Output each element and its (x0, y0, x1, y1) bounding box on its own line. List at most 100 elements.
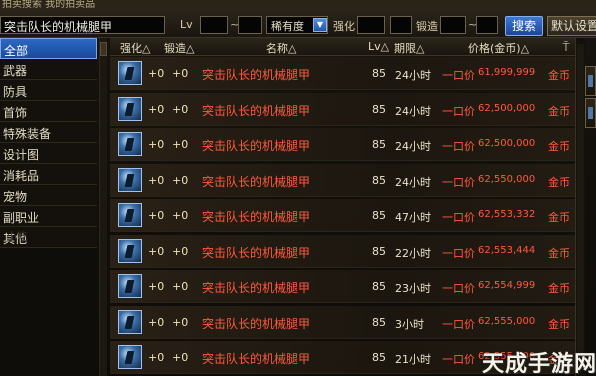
forge-filter-label: 锻造 (416, 20, 438, 33)
item-search-input[interactable]: 突击队长的机械腿甲 (0, 16, 165, 34)
buyout-label: 一口价 (442, 317, 475, 331)
table-row[interactable]: +0 +0 突击队长的机械腿甲 85 47小时 一口价 62,553,332 金币 (110, 199, 575, 232)
forge-value: +0 (172, 280, 189, 293)
level-max-input[interactable] (238, 16, 262, 34)
leg-armor-icon[interactable] (118, 309, 142, 334)
category-item[interactable]: 特殊装备 (0, 122, 97, 143)
listing-table: +0 +0 突击队长的机械腿甲 85 24小时 一口价 61,999,999 金币 +0 +0 突击… (110, 57, 575, 376)
col-price[interactable]: 价格(金币)△ (468, 40, 529, 56)
price-value: 62,553,332 (478, 209, 536, 220)
enhance-value: +0 (148, 209, 165, 222)
enhance-max-input[interactable] (390, 16, 412, 34)
leg-armor-icon[interactable] (118, 345, 142, 369)
sidebar-scrollbar[interactable] (99, 38, 107, 376)
buyout-label: 一口价 (442, 104, 475, 118)
leg-armor-icon[interactable] (118, 274, 142, 298)
enhance-value: +0 (148, 244, 165, 258)
forge-value: +0 (172, 351, 189, 364)
watermark: 天成手游网 (482, 352, 596, 376)
category-item[interactable]: 设计图 (0, 143, 97, 164)
category-sidebar: 全部 武器 防具 首饰 特殊装备 设计图 消耗品 宠物 副职业 其他 (0, 38, 97, 376)
currency-label: 金币 (548, 282, 570, 295)
column-header: 强化△ 锻造△ 名称△ Lv△ 期限△ 价格(金币)△ (110, 38, 575, 56)
currency-label: 金币 (548, 104, 570, 118)
buyout-label: 一口价 (442, 246, 475, 260)
enhance-value: +0 (148, 138, 165, 151)
buyout-label: 一口价 (442, 175, 475, 189)
leg-armor-icon[interactable] (118, 96, 142, 121)
forge-max-input[interactable] (476, 16, 498, 34)
period-value: 23小时 (395, 282, 431, 295)
level-min-input[interactable] (200, 16, 228, 34)
forge-value: +0 (172, 209, 189, 222)
level-value: 85 (372, 351, 386, 364)
item-name: 突击队长的机械腿甲 (202, 281, 311, 295)
leg-armor-icon[interactable] (118, 61, 142, 85)
col-enhance[interactable]: 强化△ (120, 40, 150, 56)
enhance-value: +0 (148, 351, 165, 364)
level-value: 85 (372, 244, 386, 258)
enhance-value: +0 (148, 67, 165, 80)
search-button[interactable]: 搜索 (505, 16, 543, 36)
category-item[interactable]: 消耗品 (0, 164, 97, 185)
category-item[interactable]: 全部 (0, 38, 97, 59)
item-name: 突击队长的机械腿甲 (202, 352, 311, 366)
period-value: 22小时 (395, 246, 431, 260)
side-panel-button[interactable] (585, 98, 596, 128)
enhance-filter-label: 强化 (333, 20, 355, 33)
level-value: 85 (372, 209, 386, 222)
top-tab-label[interactable]: 拍卖搜索 我的拍卖品 (2, 0, 95, 8)
price-value: 62,554,999 (478, 280, 536, 291)
top-tab-strip: 拍卖搜索 我的拍卖品 (0, 0, 596, 8)
item-name: 突击队长的机械腿甲 (202, 210, 311, 224)
side-panel-button[interactable] (585, 66, 596, 96)
level-label: Lv (180, 18, 193, 31)
col-name[interactable]: 名称△ (266, 40, 296, 56)
category-item[interactable]: 防具 (0, 80, 97, 101)
table-row[interactable]: +0 +0 突击队长的机械腿甲 85 22小时 一口价 62,553,444 金币 (110, 234, 575, 268)
col-level[interactable]: Lv△ (368, 40, 389, 53)
pin-icon[interactable]: ⍑ (560, 40, 572, 54)
category-item[interactable]: 首饰 (0, 101, 97, 122)
list-scrollbar[interactable] (575, 38, 585, 376)
enhance-value: +0 (148, 315, 165, 329)
price-value: 62,550,000 (478, 173, 536, 185)
sidebar-scroll-thumb[interactable] (100, 42, 107, 56)
table-row[interactable]: +0 +0 突击队长的机械腿甲 85 24小时 一口价 62,500,000 金币 (110, 92, 575, 126)
leg-armor-icon[interactable] (118, 203, 142, 227)
forge-min-input[interactable] (440, 16, 466, 34)
category-item[interactable]: 宠物 (0, 185, 97, 206)
leg-armor-icon[interactable] (118, 132, 142, 156)
table-row[interactable]: +0 +0 突击队长的机械腿甲 85 24小时 一口价 62,500,000 金币 (110, 128, 575, 161)
level-value: 85 (372, 138, 386, 151)
leg-armor-icon[interactable] (118, 167, 142, 192)
table-row[interactable]: +0 +0 突击队长的机械腿甲 85 23小时 一口价 62,554,999 金币 (110, 270, 575, 303)
currency-label: 金币 (548, 317, 570, 331)
price-value: 62,500,000 (478, 102, 536, 114)
leg-armor-icon[interactable] (118, 238, 142, 263)
category-item[interactable]: 副职业 (0, 206, 97, 227)
period-value: 24小时 (395, 175, 431, 189)
price-value: 62,553,444 (478, 244, 536, 256)
filter-bar: 突击队长的机械腿甲 Lv ~ 稀有度 ▼ 强化 锻造 ~ 搜索 默认设置 (0, 8, 596, 38)
period-value: 24小时 (395, 104, 431, 118)
period-value: 24小时 (395, 140, 431, 153)
default-settings-button[interactable]: 默认设置 (547, 16, 596, 36)
item-name: 突击队长的机械腿甲 (202, 174, 311, 189)
table-row[interactable]: +0 +0 突击队长的机械腿甲 85 24小时 一口价 62,550,000 金币 (110, 163, 575, 197)
category-item[interactable]: 武器 (0, 59, 97, 80)
enhance-min-input[interactable] (357, 16, 385, 34)
col-forge[interactable]: 锻造△ (164, 40, 194, 56)
chevron-down-icon[interactable]: ▼ (313, 18, 327, 32)
table-row[interactable]: +0 +0 突击队长的机械腿甲 85 3小时 一口价 62,555,000 金币 (110, 305, 575, 339)
forge-value: +0 (172, 244, 189, 258)
forge-value: +0 (172, 138, 189, 151)
table-row[interactable]: +0 +0 突击队长的机械腿甲 85 24小时 一口价 61,999,999 金币 (110, 57, 575, 90)
list-scroll-track[interactable] (577, 44, 584, 370)
level-value: 85 (372, 280, 386, 293)
enhance-value: +0 (148, 102, 165, 116)
forge-value: +0 (172, 102, 189, 116)
currency-label: 金币 (548, 246, 570, 260)
auction-window: 拍卖搜索 我的拍卖品 突击队长的机械腿甲 Lv ~ 稀有度 ▼ 强化 锻造 ~ … (0, 0, 596, 376)
col-period[interactable]: 期限△ (394, 40, 424, 56)
